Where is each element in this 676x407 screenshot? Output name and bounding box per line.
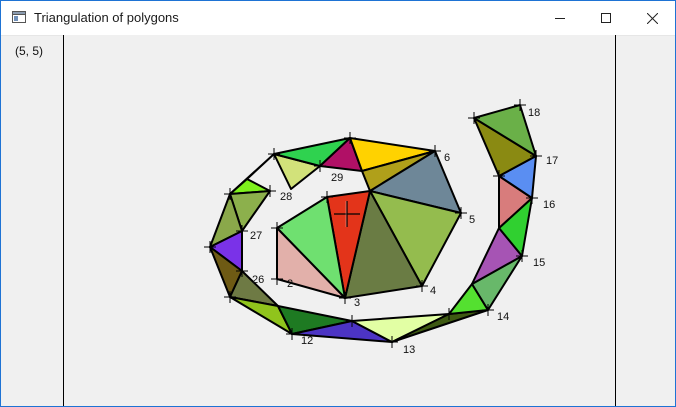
vertex-label: 6 [444, 152, 450, 164]
window-title: Triangulation of polygons [34, 10, 179, 25]
vertex-label: 18 [528, 107, 540, 119]
triangulation-svg[interactable]: 2 3 4 5 6 12 13 14 15 16 17 18 26 27 28 … [64, 35, 615, 406]
close-button[interactable] [629, 1, 675, 35]
vertex-label: 16 [543, 199, 555, 211]
vertex-label: 17 [546, 155, 558, 167]
cursor-coordinates: (5, 5) [15, 44, 44, 58]
vertex-label: 2 [287, 278, 293, 290]
drawing-canvas[interactable]: 2 3 4 5 6 12 13 14 15 16 17 18 26 27 28 … [63, 35, 616, 406]
minimize-icon [555, 18, 565, 19]
close-icon [646, 12, 658, 24]
minimize-button[interactable] [537, 1, 583, 35]
vertex-label: 27 [250, 230, 262, 242]
vertex-label: 29 [331, 172, 343, 184]
vertex-label: 14 [497, 311, 509, 323]
vertex-label: 12 [301, 335, 313, 347]
title-bar[interactable]: Triangulation of polygons [1, 1, 675, 36]
vertex-label: 5 [469, 214, 475, 226]
vertex-label: 28 [280, 191, 292, 203]
app-icon [12, 11, 26, 23]
vertex-label: 13 [403, 344, 415, 356]
vertex-label: 4 [430, 285, 436, 297]
app-window: Triangulation of polygons (5, 5) 2 3 4 5… [0, 0, 676, 407]
vertex-label: 26 [252, 274, 264, 286]
maximize-button[interactable] [583, 1, 629, 35]
vertex-label: 3 [354, 297, 360, 309]
vertex-label: 15 [533, 257, 545, 269]
maximize-icon [601, 13, 611, 23]
